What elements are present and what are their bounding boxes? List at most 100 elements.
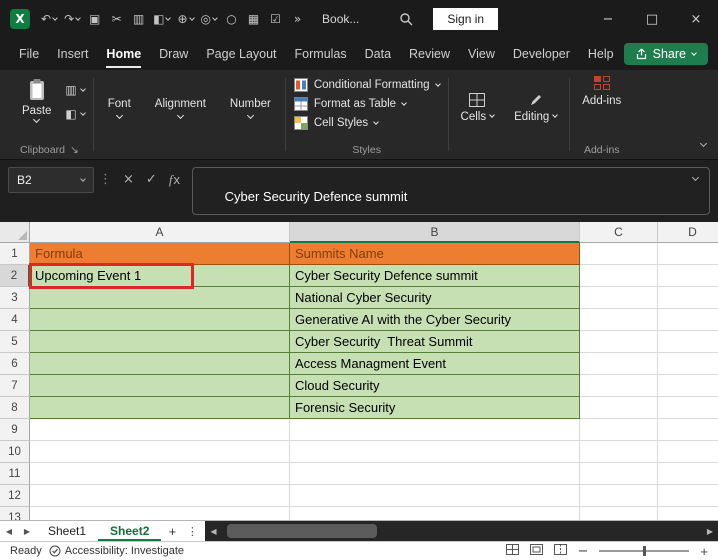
cell-D11[interactable] — [658, 463, 718, 485]
cell-A3[interactable] — [30, 287, 290, 309]
cell-C11[interactable] — [580, 463, 658, 485]
menu-tab-home[interactable]: Home — [97, 39, 150, 69]
cell-A4[interactable] — [30, 309, 290, 331]
workbook-title[interactable]: Book... — [322, 12, 359, 26]
cell-C2[interactable] — [580, 265, 658, 287]
formula-input[interactable]: Cyber Security Defence summit — [192, 167, 710, 215]
menu-tab-formulas[interactable]: Formulas — [286, 39, 356, 69]
redo-icon[interactable]: ↷ — [61, 7, 83, 31]
search-icon[interactable] — [399, 12, 413, 26]
sign-in-button[interactable]: Sign in — [433, 8, 498, 30]
paste-icon[interactable]: ▣ — [84, 7, 105, 31]
format-painter-button[interactable]: ◧ — [65, 107, 84, 121]
menu-tab-data[interactable]: Data — [356, 39, 400, 69]
conditional-formatting-button[interactable]: Conditional Formatting — [294, 78, 440, 92]
formula-bar-expand-icon[interactable] — [692, 174, 699, 181]
cell-A11[interactable] — [30, 463, 290, 485]
column-header-D[interactable]: D — [658, 222, 718, 243]
cell-D3[interactable] — [658, 287, 718, 309]
cell-A5[interactable] — [30, 331, 290, 353]
number-group-button[interactable]: Number — [218, 70, 283, 145]
cell-B5[interactable]: Cyber Security Threat Summit — [290, 331, 580, 353]
row-header-10[interactable]: 10 — [0, 441, 30, 463]
cell-D6[interactable] — [658, 353, 718, 375]
menu-tab-file[interactable]: File — [10, 39, 48, 69]
zoom-slider[interactable] — [599, 550, 689, 552]
row-header-4[interactable]: 4 — [0, 309, 30, 331]
row-header-12[interactable]: 12 — [0, 485, 30, 507]
cell-C4[interactable] — [580, 309, 658, 331]
cancel-button[interactable]: × — [117, 167, 140, 187]
cell-A13[interactable] — [30, 507, 290, 520]
cell-B10[interactable] — [290, 441, 580, 463]
cell-A1[interactable]: Formula — [30, 243, 290, 265]
cell-B11[interactable] — [290, 463, 580, 485]
cell-D12[interactable] — [658, 485, 718, 507]
page-break-view-button[interactable] — [554, 544, 567, 558]
cell-D4[interactable] — [658, 309, 718, 331]
formula-bar-resizer[interactable]: ⋮ — [94, 167, 117, 187]
cell-C13[interactable] — [580, 507, 658, 520]
cell-B6[interactable]: Access Managment Event — [290, 353, 580, 375]
sheet-options-icon[interactable]: ⋮ — [183, 521, 201, 541]
cell-A6[interactable] — [30, 353, 290, 375]
copy-icon[interactable]: ▥ — [128, 7, 149, 31]
alignment-group-button[interactable]: Alignment — [143, 70, 218, 145]
cell-D7[interactable] — [658, 375, 718, 397]
excel-logo-icon[interactable]: X — [10, 9, 30, 29]
paste-button[interactable]: Paste — [14, 75, 59, 122]
zoom-in-button[interactable]: + — [700, 544, 708, 559]
enter-button[interactable]: ✓ — [140, 167, 163, 187]
undo-icon[interactable]: ↶ — [38, 7, 60, 31]
more-commands-icon[interactable]: » — [287, 7, 308, 31]
insert-function-button[interactable]: fx — [163, 167, 186, 188]
page-layout-view-button[interactable] — [530, 544, 543, 558]
copy-button[interactable]: ▥ — [65, 83, 84, 97]
maximize-button[interactable]: □ — [630, 0, 674, 38]
scroll-right-icon[interactable]: ▶ — [702, 527, 718, 536]
minimize-button[interactable]: − — [586, 0, 630, 38]
scroll-left-icon[interactable]: ◀ — [205, 527, 221, 536]
cell-D10[interactable] — [658, 441, 718, 463]
menu-tab-help[interactable]: Help — [579, 39, 623, 69]
ink-icon[interactable]: ◎ — [198, 7, 220, 31]
column-header-A[interactable]: A — [30, 222, 290, 243]
format-painter-icon[interactable]: ◧ — [150, 7, 173, 31]
cell-A2[interactable]: Upcoming Event 1 — [30, 265, 290, 287]
horizontal-scrollbar[interactable]: ◀ ▶ — [205, 521, 718, 541]
clipboard-dialog-launcher-icon[interactable]: ↘ — [70, 144, 79, 156]
draw-shape-icon[interactable]: ○ — [221, 7, 242, 31]
menu-tab-page-layout[interactable]: Page Layout — [197, 39, 285, 69]
menu-tab-developer[interactable]: Developer — [504, 39, 579, 69]
select-all-corner[interactable] — [0, 222, 30, 243]
column-header-B[interactable]: B — [290, 222, 580, 243]
addins-button[interactable]: Add-ins — [582, 75, 621, 107]
cell-B9[interactable] — [290, 419, 580, 441]
cell-D9[interactable] — [658, 419, 718, 441]
cell-D1[interactable] — [658, 243, 718, 265]
row-header-9[interactable]: 9 — [0, 419, 30, 441]
row-header-7[interactable]: 7 — [0, 375, 30, 397]
collapse-ribbon-button[interactable] — [701, 133, 706, 151]
cell-B3[interactable]: National Cyber Security — [290, 287, 580, 309]
cell-C3[interactable] — [580, 287, 658, 309]
editing-group-button[interactable]: Editing — [504, 70, 567, 145]
cell-A7[interactable] — [30, 375, 290, 397]
cells-group-button[interactable]: Cells — [451, 70, 505, 145]
cell-D5[interactable] — [658, 331, 718, 353]
share-button[interactable]: Share — [624, 43, 708, 65]
scrollbar-track[interactable] — [221, 521, 702, 541]
sheet-tab-sheet1[interactable]: Sheet1 — [36, 521, 98, 541]
cell-styles-button[interactable]: Cell Styles — [294, 116, 440, 130]
row-header-11[interactable]: 11 — [0, 463, 30, 485]
row-header-5[interactable]: 5 — [0, 331, 30, 353]
row-header-6[interactable]: 6 — [0, 353, 30, 375]
close-button[interactable]: × — [674, 0, 718, 38]
cell-C10[interactable] — [580, 441, 658, 463]
checkbox-icon[interactable]: ☑ — [265, 7, 286, 31]
normal-view-button[interactable] — [506, 544, 519, 558]
cell-A8[interactable] — [30, 397, 290, 419]
cut-icon[interactable]: ✂ — [106, 7, 127, 31]
menu-tab-draw[interactable]: Draw — [150, 39, 197, 69]
cell-D13[interactable] — [658, 507, 718, 520]
